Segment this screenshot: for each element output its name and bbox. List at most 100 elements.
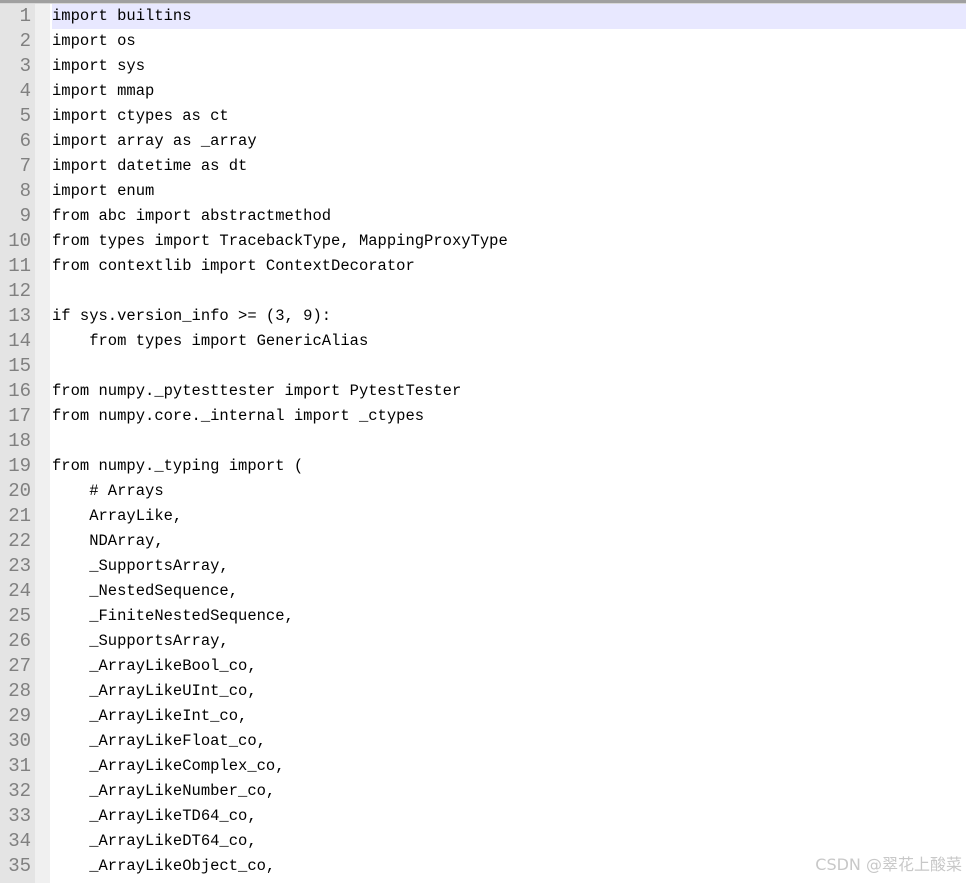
code-line[interactable]: 13 if sys.version_info >= (3, 9): (0, 304, 966, 329)
line-number: 29 (8, 705, 31, 727)
line-number: 27 (8, 655, 31, 677)
line-text[interactable]: _ArrayLikeNumber_co, (52, 779, 966, 804)
line-text[interactable]: from types import GenericAlias (52, 329, 966, 354)
code-line[interactable]: 11 from contextlib import ContextDecorato… (0, 254, 966, 279)
line-number: 13 (8, 305, 31, 327)
line-text[interactable]: from types import TracebackType, Mapping… (52, 229, 966, 254)
line-number: 31 (8, 755, 31, 777)
code-line[interactable]: 20 # Arrays (0, 479, 966, 504)
code-line[interactable]: 22 NDArray, (0, 529, 966, 554)
code-line[interactable]: 32 _ArrayLikeNumber_co, (0, 779, 966, 804)
code-line[interactable]: 1 import builtins (0, 4, 966, 29)
code-line[interactable]: 15 (0, 354, 966, 379)
code-line[interactable]: 27 _ArrayLikeBool_co, (0, 654, 966, 679)
line-text[interactable]: _ArrayLikeComplex_co, (52, 754, 966, 779)
code-line[interactable]: 29 _ArrayLikeInt_co, (0, 704, 966, 729)
code-line[interactable]: 3 import sys (0, 54, 966, 79)
line-text[interactable]: _SupportsArray, (52, 554, 966, 579)
line-number: 16 (8, 380, 31, 402)
code-line[interactable]: 30 _ArrayLikeFloat_co, (0, 729, 966, 754)
line-text[interactable] (52, 354, 966, 379)
line-number: 35 (8, 855, 31, 877)
line-number: 30 (8, 730, 31, 752)
line-text[interactable]: _FiniteNestedSequence, (52, 604, 966, 629)
code-line[interactable]: 21 ArrayLike, (0, 504, 966, 529)
line-text[interactable] (52, 429, 966, 454)
code-line[interactable]: 6 import array as _array (0, 129, 966, 154)
code-line[interactable]: 5 import ctypes as ct (0, 104, 966, 129)
line-number: 12 (8, 280, 31, 302)
line-text[interactable]: _ArrayLikeTD64_co, (52, 804, 966, 829)
line-text[interactable]: _NestedSequence, (52, 579, 966, 604)
line-text[interactable] (52, 279, 966, 304)
code-line[interactable]: 8 import enum (0, 179, 966, 204)
line-number: 23 (8, 555, 31, 577)
line-text[interactable]: _ArrayLikeBool_co, (52, 654, 966, 679)
line-text[interactable]: _SupportsArray, (52, 629, 966, 654)
code-line[interactable]: 25 _FiniteNestedSequence, (0, 604, 966, 629)
line-text[interactable]: from abc import abstractmethod (52, 204, 966, 229)
line-text[interactable]: import ctypes as ct (52, 104, 966, 129)
line-number: 28 (8, 680, 31, 702)
line-text[interactable]: from numpy._typing import ( (52, 454, 966, 479)
line-number: 15 (8, 355, 31, 377)
code-line[interactable]: 26 _SupportsArray, (0, 629, 966, 654)
line-number: 8 (19, 180, 31, 202)
line-number: 6 (19, 130, 31, 152)
line-number: 20 (8, 480, 31, 502)
line-number: 7 (19, 155, 31, 177)
line-text[interactable]: _ArrayLikeUInt_co, (52, 679, 966, 704)
line-text[interactable]: from contextlib import ContextDecorator (52, 254, 966, 279)
line-number: 33 (8, 805, 31, 827)
code-line[interactable]: 17 from numpy.core._internal import _ctyp… (0, 404, 966, 429)
line-number: 4 (19, 80, 31, 102)
code-line[interactable]: 14 from types import GenericAlias (0, 329, 966, 354)
line-text[interactable]: import datetime as dt (52, 154, 966, 179)
line-text[interactable]: ArrayLike, (52, 504, 966, 529)
line-text[interactable]: import os (52, 29, 966, 54)
line-number: 21 (8, 505, 31, 527)
code-line[interactable]: 33 _ArrayLikeTD64_co, (0, 804, 966, 829)
line-text[interactable]: _ArrayLikeFloat_co, (52, 729, 966, 754)
line-number: 17 (8, 405, 31, 427)
line-number: 34 (8, 830, 31, 852)
line-text[interactable]: import array as _array (52, 129, 966, 154)
line-number: 18 (8, 430, 31, 452)
code-line[interactable]: 19 from numpy._typing import ( (0, 454, 966, 479)
code-line[interactable]: 31 _ArrayLikeComplex_co, (0, 754, 966, 779)
line-number: 1 (19, 5, 31, 27)
code-line[interactable]: 23 _SupportsArray, (0, 554, 966, 579)
line-text[interactable]: # Arrays (52, 479, 966, 504)
line-number: 25 (8, 605, 31, 627)
code-editor[interactable]: 1 import builtins 2 import os 3 import sys 4 im… (0, 4, 966, 879)
line-text[interactable]: from numpy._pytesttester import PytestTe… (52, 379, 966, 404)
code-line[interactable]: 2 import os (0, 29, 966, 54)
line-text[interactable]: if sys.version_info >= (3, 9): (52, 304, 966, 329)
code-line[interactable]: 18 (0, 429, 966, 454)
line-text[interactable]: import sys (52, 54, 966, 79)
line-number: 26 (8, 630, 31, 652)
line-text[interactable]: NDArray, (52, 529, 966, 554)
line-text[interactable]: import mmap (52, 79, 966, 104)
code-line[interactable]: 24 _NestedSequence, (0, 579, 966, 604)
code-line[interactable]: 9 from abc import abstractmethod (0, 204, 966, 229)
code-line[interactable]: 4 import mmap (0, 79, 966, 104)
watermark: CSDN @翠花上酸菜 (815, 855, 962, 874)
code-line[interactable]: 12 (0, 279, 966, 304)
code-line[interactable]: 28 _ArrayLikeUInt_co, (0, 679, 966, 704)
line-number: 5 (19, 105, 31, 127)
code-line[interactable]: 10 from types import TracebackType, Mappi… (0, 229, 966, 254)
line-number: 22 (8, 530, 31, 552)
line-text[interactable]: from numpy.core._internal import _ctypes (52, 404, 966, 429)
line-number: 32 (8, 780, 31, 802)
line-number: 14 (8, 330, 31, 352)
line-number: 3 (19, 55, 31, 77)
line-number: 9 (19, 205, 31, 227)
line-text[interactable]: _ArrayLikeInt_co, (52, 704, 966, 729)
code-line[interactable]: 7 import datetime as dt (0, 154, 966, 179)
code-line[interactable]: 16 from numpy._pytesttester import Pytest… (0, 379, 966, 404)
line-text[interactable]: import builtins (52, 4, 966, 29)
line-number: 24 (8, 580, 31, 602)
line-number: 2 (19, 30, 31, 52)
line-text[interactable]: import enum (52, 179, 966, 204)
